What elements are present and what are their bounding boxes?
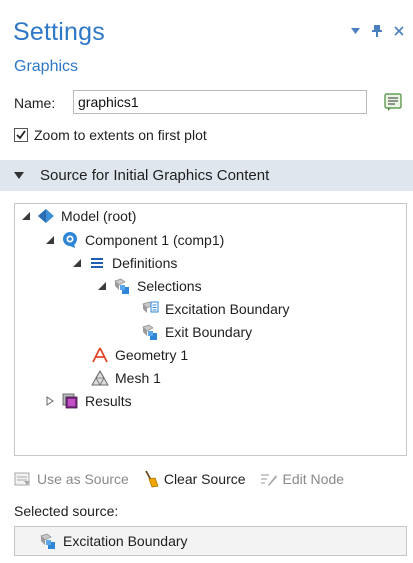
use-as-source-label: Use as Source [37, 471, 129, 487]
dropdown-arrow-icon[interactable] [349, 24, 361, 38]
tree-node-excitation-boundary[interactable]: Excitation Boundary [141, 299, 290, 319]
edit-node-label: Edit Node [282, 471, 345, 487]
selection-icon [141, 323, 159, 341]
selection-icon [39, 532, 57, 550]
panel-title: Settings [13, 18, 105, 46]
name-label: Name: [14, 95, 56, 111]
mesh-icon [91, 369, 109, 387]
expanded-triangle-icon[interactable] [21, 211, 31, 221]
clear-source-button[interactable]: Clear Source [143, 470, 246, 488]
close-icon[interactable] [393, 24, 405, 38]
tree-label-geometry: Geometry 1 [115, 347, 189, 363]
expanded-triangle-icon[interactable] [97, 281, 107, 291]
section-title: Source for Initial Graphics Content [40, 167, 270, 184]
label-note-icon [384, 93, 402, 111]
tree-node-geometry[interactable]: Geometry 1 [91, 345, 188, 365]
use-as-source-button[interactable]: Use as Source [14, 471, 129, 487]
broom-icon [145, 470, 159, 488]
check-mark-icon [16, 130, 26, 140]
section-header-source[interactable]: Source for Initial Graphics Content [0, 160, 413, 191]
tree-label-results: Results [85, 393, 132, 409]
collapsed-triangle-icon[interactable] [45, 396, 55, 406]
geometry-icon [91, 346, 109, 364]
use-as-source-icon [14, 472, 30, 486]
expanded-triangle-icon[interactable] [72, 258, 82, 268]
edit-node-icon [260, 474, 277, 486]
tree-node-model[interactable]: Model (root) [21, 206, 136, 226]
model-tree[interactable]: Model (root) Component 1 (comp1) Definit… [14, 203, 407, 456]
zoom-extents-label: Zoom to extents on first plot [34, 127, 207, 143]
selection-boundary-icon [141, 300, 159, 318]
tree-node-definitions[interactable]: Definitions [72, 253, 177, 273]
tree-node-mesh[interactable]: Mesh 1 [91, 368, 161, 388]
component-icon [61, 231, 79, 249]
tree-node-exit-boundary[interactable]: Exit Boundary [141, 322, 252, 342]
collapse-caret-icon [14, 172, 24, 179]
label-edit-button[interactable] [380, 89, 406, 115]
tree-label-component: Component 1 (comp1) [85, 232, 225, 248]
selected-source-field: Excitation Boundary [14, 526, 407, 556]
tree-label-model: Model (root) [61, 208, 137, 224]
tree-label-mesh: Mesh 1 [115, 370, 161, 386]
clear-source-label: Clear Source [163, 471, 246, 487]
model-icon [37, 207, 55, 225]
source-actions-toolbar: Use as Source Clear Source Edit Node [14, 470, 358, 488]
selections-icon [113, 277, 131, 295]
definitions-icon [88, 254, 106, 272]
tree-label-definitions: Definitions [112, 255, 178, 271]
zoom-extents-row[interactable]: Zoom to extents on first plot [14, 127, 207, 143]
pin-icon[interactable] [371, 24, 383, 38]
tree-node-results[interactable]: Results [45, 391, 132, 411]
tree-label-exit-boundary: Exit Boundary [165, 324, 253, 340]
selected-source-label: Selected source: [14, 503, 119, 519]
tree-node-selections[interactable]: Selections [97, 276, 202, 296]
zoom-extents-checkbox[interactable] [14, 128, 28, 142]
panel-subtitle: Graphics [14, 58, 79, 75]
tree-node-component[interactable]: Component 1 (comp1) [45, 230, 224, 250]
tree-label-selections: Selections [137, 278, 202, 294]
results-icon [61, 392, 79, 410]
name-input[interactable] [73, 90, 367, 114]
selected-source-value: Excitation Boundary [63, 533, 188, 549]
expanded-triangle-icon[interactable] [45, 235, 55, 245]
header-controls [349, 24, 405, 38]
edit-node-button[interactable]: Edit Node [260, 471, 344, 487]
tree-label-excitation-boundary: Excitation Boundary [165, 301, 290, 317]
